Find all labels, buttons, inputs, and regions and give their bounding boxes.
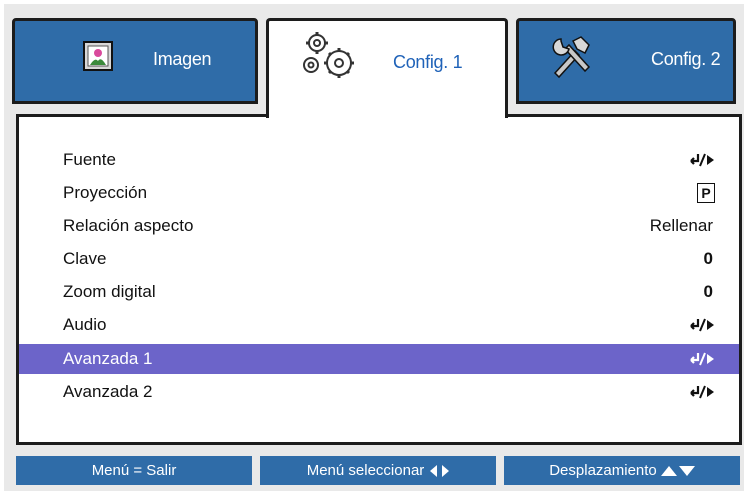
tab-imagen[interactable]: Imagen [12,18,258,104]
digital-zoom-value: 0 [703,282,713,301]
enter-arrow-icon [690,318,714,332]
tab-config-1-label: Config. 1 [393,52,463,72]
up-down-arrows-icon [660,465,695,476]
menu-item-relacion-aspecto[interactable]: Relación aspecto Rellenar [19,211,739,241]
menu-item-label: Avanzada 1 [63,349,153,368]
menu-item-clave[interactable]: Clave 0 [19,244,739,274]
tab-imagen-label: Imagen [153,49,212,69]
menu-item-label: Clave [63,249,107,268]
keystone-value: 0 [703,249,713,268]
menu-item-label: Audio [63,315,107,334]
menu-item-proyeccion[interactable]: Proyección P [19,178,739,208]
tab-config-2-label: Config. 2 [651,49,721,69]
menu-item-zoom-digital[interactable]: Zoom digital 0 [19,277,739,307]
projection-mode-value: P [697,183,715,203]
osd-menu-frame: Imagen Config. 1 Config. 2 Fuente Proyec… [4,4,744,491]
menu-item-label: Proyección [63,183,148,202]
menu-item-label: Relación aspecto [63,216,194,235]
tab-config-1[interactable]: Config. 1 [266,18,508,118]
gears-icon [299,29,363,86]
footer-select-text: Menú seleccionar [306,462,425,479]
enter-arrow-icon [690,153,714,167]
aspect-ratio-value: Rellenar [649,216,713,235]
enter-arrow-icon [690,385,714,399]
footer-scroll-hint: Desplazamiento [504,456,740,485]
menu-item-audio[interactable]: Audio [19,310,739,340]
tab-config-2[interactable]: Config. 2 [516,18,736,104]
menu-item-fuente[interactable]: Fuente [19,145,739,175]
menu-item-label: Fuente [63,150,116,169]
enter-arrow-icon [690,352,714,366]
footer-exit-text: Menú = Salir [91,462,177,479]
settings-panel: Fuente Proyección P Relación aspecto Rel… [16,114,742,445]
left-right-arrows-icon [430,464,450,477]
footer-select-hint: Menú seleccionar [260,456,496,485]
footer-scroll-text: Desplazamiento [549,462,657,479]
picture-icon [83,41,113,76]
footer-exit-hint: Menú = Salir [16,456,252,485]
menu-item-label: Zoom digital [63,282,156,301]
menu-item-label: Avanzada 2 [63,382,153,401]
menu-item-avanzada-1[interactable]: Avanzada 1 [19,344,739,374]
menu-item-avanzada-2[interactable]: Avanzada 2 [19,377,739,407]
tools-icon [549,35,595,84]
